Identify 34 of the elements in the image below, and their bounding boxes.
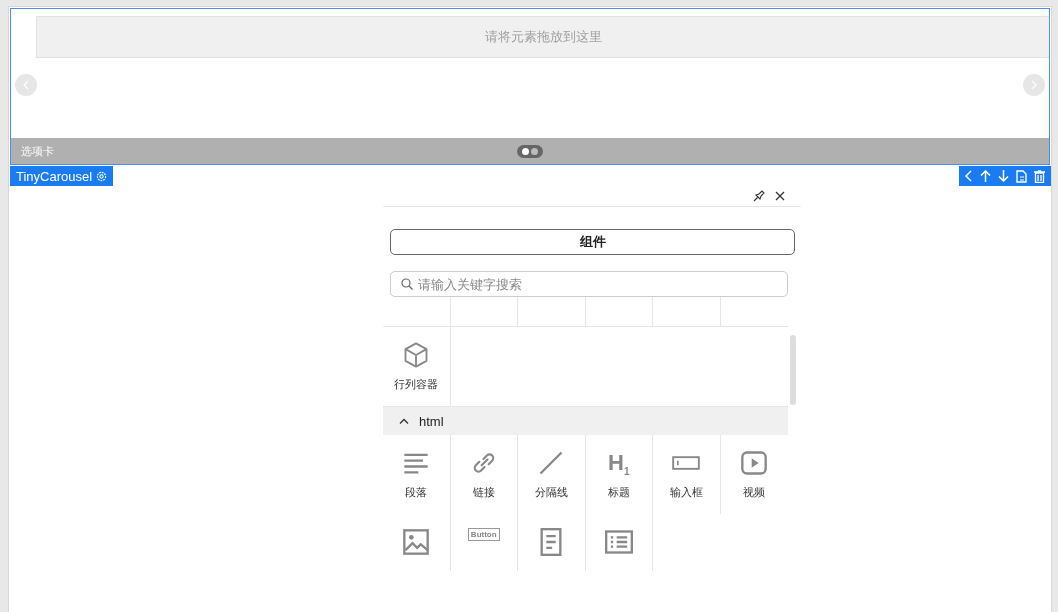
arrow-up-icon[interactable] — [980, 170, 991, 182]
button-icon: Button — [467, 528, 500, 541]
chevron-left-icon[interactable] — [965, 170, 973, 182]
component-item[interactable]: Button — [450, 514, 518, 571]
component-item[interactable]: 输入框 — [653, 435, 721, 514]
component-item[interactable]: 视频 — [720, 435, 788, 514]
heading-icon: H$_{1}$ — [608, 449, 630, 477]
search-icon — [401, 278, 413, 290]
video-icon — [740, 449, 769, 477]
drop-zone: 请将元素拖放到这里 — [36, 16, 1049, 58]
copy-icon[interactable] — [1016, 169, 1027, 183]
component-item[interactable]: 段落 — [383, 435, 451, 514]
group-header[interactable]: html — [383, 407, 788, 435]
trash-icon[interactable] — [1034, 169, 1045, 183]
component-item[interactable]: 链接 — [450, 435, 518, 514]
component-item[interactable]: 分隔线 — [518, 435, 586, 514]
group-title: html — [419, 413, 444, 429]
component-item[interactable]: H$_{1}$ 标题 — [585, 435, 653, 514]
chevron-left-icon — [22, 80, 30, 90]
search-field[interactable]: 请输入关键字搜索 — [390, 271, 788, 297]
scrollbar[interactable] — [790, 335, 796, 405]
component-item[interactable]: 行列容器 — [383, 327, 451, 406]
settings-icon[interactable] — [96, 170, 108, 182]
arrow-down-icon[interactable] — [998, 170, 1009, 182]
tab-label: 选项卡 — [21, 143, 55, 159]
close-icon[interactable] — [775, 191, 785, 201]
list-icon — [604, 528, 633, 556]
indicator-dot[interactable] — [531, 147, 538, 155]
components-tab[interactable]: 组件 — [390, 229, 795, 255]
indicator-dot[interactable] — [522, 147, 529, 155]
image-icon — [402, 528, 431, 556]
component-name-label: TinyCarousel — [10, 166, 114, 186]
chevron-right-icon — [1030, 80, 1038, 90]
pin-icon[interactable] — [753, 190, 765, 202]
